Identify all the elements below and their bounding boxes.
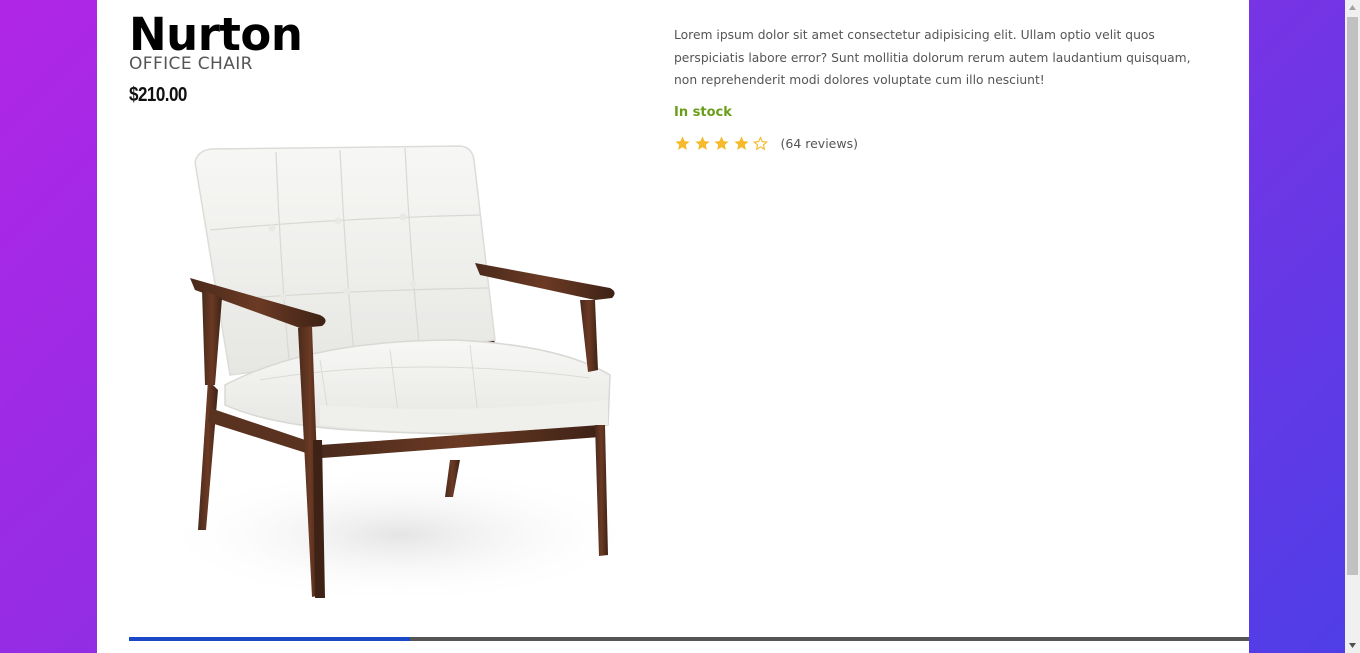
scroll-down-icon[interactable] xyxy=(1345,638,1360,653)
product-image xyxy=(155,145,640,605)
stock-status: In stock xyxy=(674,105,732,120)
rating: (64 reviews) xyxy=(674,133,858,153)
star-filled-icon xyxy=(733,135,749,150)
scroll-up-icon[interactable] xyxy=(1345,0,1360,15)
product-description: Lorem ipsum dolor sit amet consectetur a… xyxy=(674,28,1191,88)
tab-active-indicator[interactable] xyxy=(129,637,410,641)
scroll-thumb[interactable] xyxy=(1347,17,1358,575)
star-filled-icon xyxy=(694,135,710,150)
product-card: Nurton OFFICE CHAIR $210.00 Lorem ipsum … xyxy=(97,0,1249,653)
star-outline-icon xyxy=(752,135,769,150)
star-filled-icon xyxy=(675,135,690,150)
reviews-count[interactable]: (64 reviews) xyxy=(781,136,858,151)
product-category: OFFICE CHAIR xyxy=(129,54,253,74)
product-price: $210.00 xyxy=(129,84,187,106)
star-filled-icon xyxy=(714,135,729,150)
vertical-scrollbar[interactable] xyxy=(1345,0,1360,653)
